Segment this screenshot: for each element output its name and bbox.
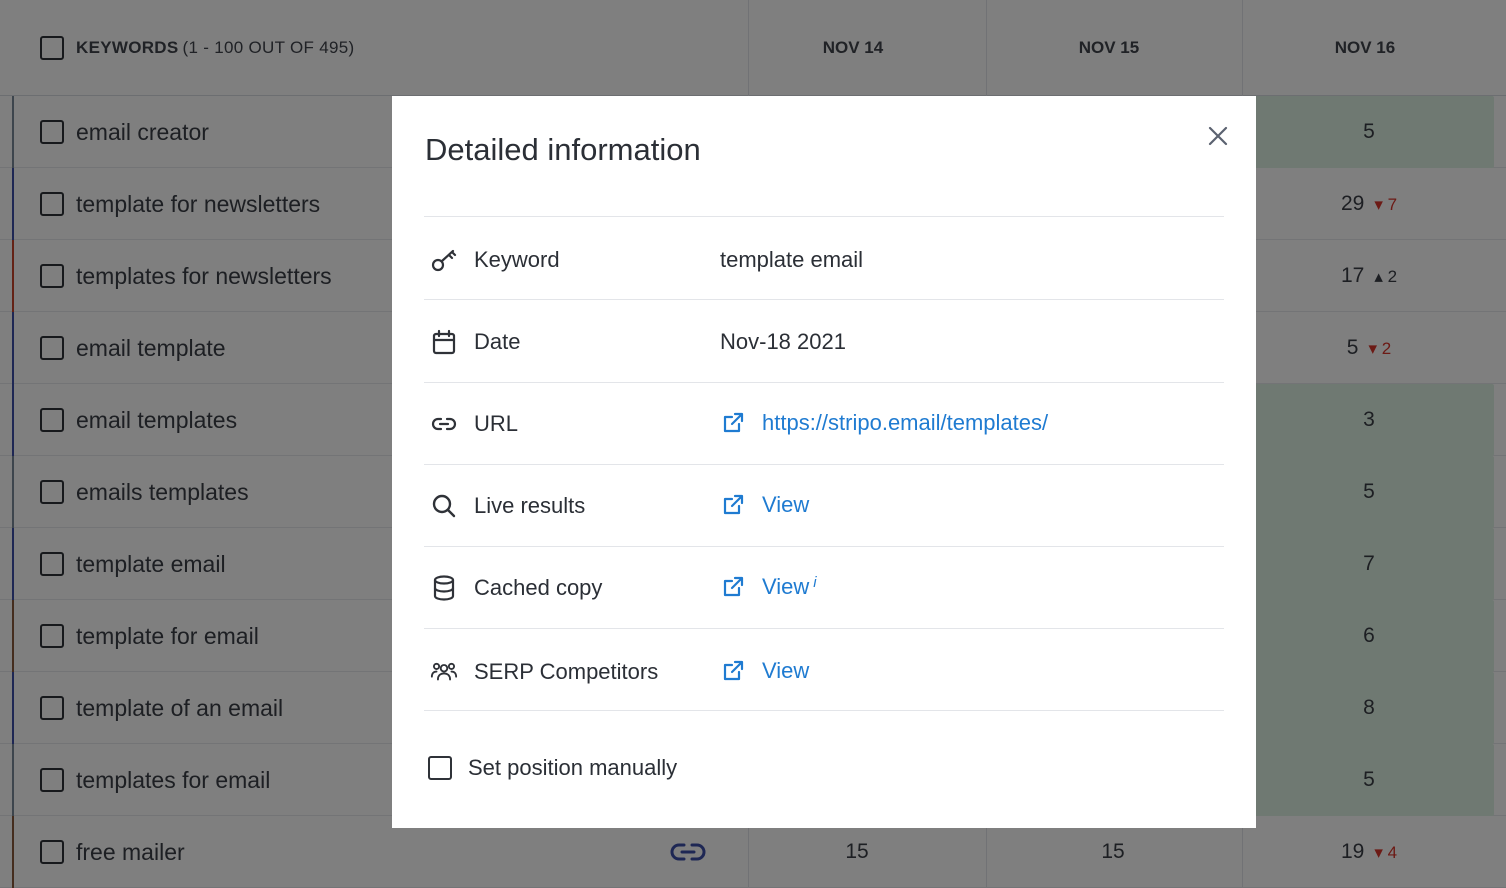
serp-competitors-label: SERP Competitors bbox=[474, 659, 659, 684]
link-icon bbox=[430, 410, 458, 438]
keyword-row: Keyword template email bbox=[424, 218, 1224, 300]
date-value: Nov-18 2021 bbox=[720, 329, 846, 354]
set-position-checkbox[interactable] bbox=[428, 756, 452, 780]
url-row: URL https://stripo.email/templates/ bbox=[424, 382, 1224, 464]
date-label: Date bbox=[474, 329, 521, 354]
database-icon bbox=[430, 574, 458, 602]
keyword-value: template email bbox=[720, 247, 864, 272]
cached-copy-link-text: View bbox=[762, 574, 810, 599]
cached-copy-link[interactable]: View i bbox=[720, 572, 817, 602]
cached-copy-row: Cached copy View i bbox=[424, 546, 1224, 628]
serp-competitors-link[interactable]: View bbox=[720, 656, 809, 686]
close-icon bbox=[1208, 126, 1228, 146]
calendar-icon bbox=[430, 328, 458, 356]
serp-competitors-row: SERP Competitors View bbox=[424, 630, 1224, 712]
external-link-icon bbox=[720, 492, 746, 518]
divider bbox=[424, 216, 1224, 217]
set-position-manually[interactable]: Set position manually bbox=[428, 754, 677, 782]
set-position-label: Set position manually bbox=[468, 755, 678, 780]
cached-copy-label: Cached copy bbox=[474, 575, 603, 600]
url-link-text: https://stripo.email/templates/ bbox=[762, 410, 1049, 435]
external-link-icon bbox=[720, 658, 746, 684]
modal-title: Detailed information bbox=[425, 132, 701, 167]
url-link[interactable]: https://stripo.email/templates/ bbox=[720, 408, 1048, 438]
live-results-row: Live results View bbox=[424, 464, 1224, 546]
external-link-icon bbox=[720, 410, 746, 436]
close-button[interactable] bbox=[1202, 120, 1234, 152]
divider bbox=[424, 710, 1224, 711]
key-icon bbox=[430, 246, 458, 274]
search-icon bbox=[430, 492, 458, 520]
users-icon bbox=[430, 658, 458, 686]
live-results-link-text: View bbox=[762, 492, 810, 517]
info-icon[interactable]: i bbox=[813, 568, 816, 598]
url-label: URL bbox=[474, 411, 519, 436]
serp-competitors-link-text: View bbox=[762, 658, 810, 683]
divider bbox=[424, 628, 1224, 629]
date-row: Date Nov-18 2021 bbox=[424, 300, 1224, 382]
external-link-icon bbox=[720, 574, 746, 600]
live-results-label: Live results bbox=[474, 493, 586, 518]
detailed-info-modal: Detailed information Keyword template em… bbox=[392, 96, 1256, 828]
live-results-link[interactable]: View bbox=[720, 490, 809, 520]
keyword-label: Keyword bbox=[474, 247, 560, 272]
